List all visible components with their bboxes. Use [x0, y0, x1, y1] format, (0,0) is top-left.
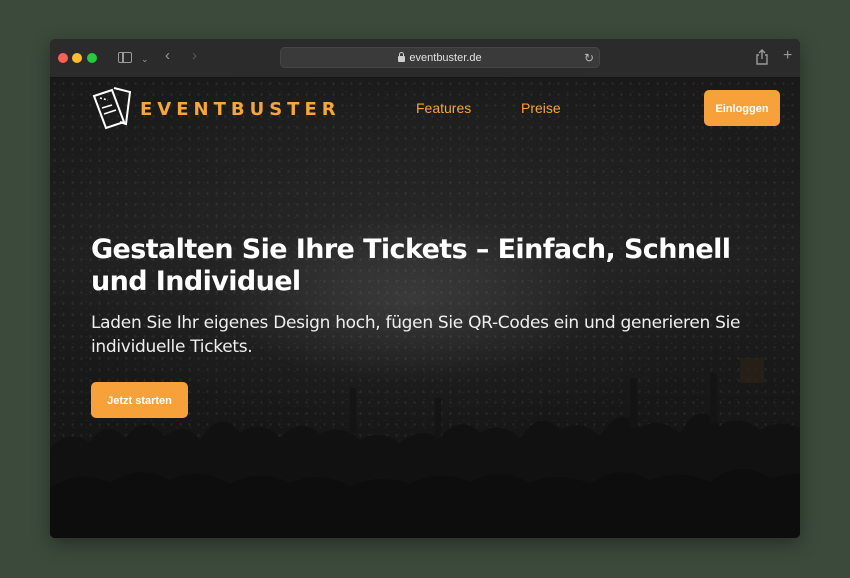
lock-icon [398, 52, 406, 62]
chevron-down-icon[interactable]: ⌄ [141, 53, 149, 65]
get-started-button[interactable]: Jetzt starten [91, 382, 188, 418]
forward-icon[interactable]: › [192, 48, 197, 63]
share-icon[interactable] [755, 49, 769, 65]
back-icon[interactable]: ‹ [165, 48, 170, 63]
hero-title: Gestalten Sie Ihre Tickets – Einfach, Sc… [91, 234, 731, 297]
new-tab-icon[interactable]: + [783, 48, 792, 64]
brand-name: EVENTBUSTER [140, 99, 341, 120]
browser-toolbar: ⌄ ‹ › eventbuster.de ↻ + [50, 39, 800, 78]
ticket-logo-icon [92, 87, 132, 130]
nav-link-preise[interactable]: Preise [521, 100, 561, 116]
sidebar-icon[interactable] [118, 52, 132, 63]
browser-window: ⌄ ‹ › eventbuster.de ↻ + EVENTBUSTER Fea… [50, 39, 800, 538]
reload-icon[interactable]: ↻ [584, 51, 594, 65]
close-window-button[interactable] [58, 53, 68, 63]
address-bar[interactable]: eventbuster.de ↻ [280, 47, 600, 68]
nav-link-features[interactable]: Features [416, 100, 471, 116]
hero-subtitle: Laden Sie Ihr eigenes Design hoch, fügen… [91, 313, 741, 357]
zoom-window-button[interactable] [87, 53, 97, 63]
minimize-window-button[interactable] [72, 53, 82, 63]
login-button[interactable]: Einloggen [704, 90, 780, 126]
brand-logo[interactable]: EVENTBUSTER [90, 84, 336, 132]
page-viewport: EVENTBUSTER Features Preise Einloggen Ge… [50, 78, 800, 538]
url-text: eventbuster.de [409, 52, 482, 64]
